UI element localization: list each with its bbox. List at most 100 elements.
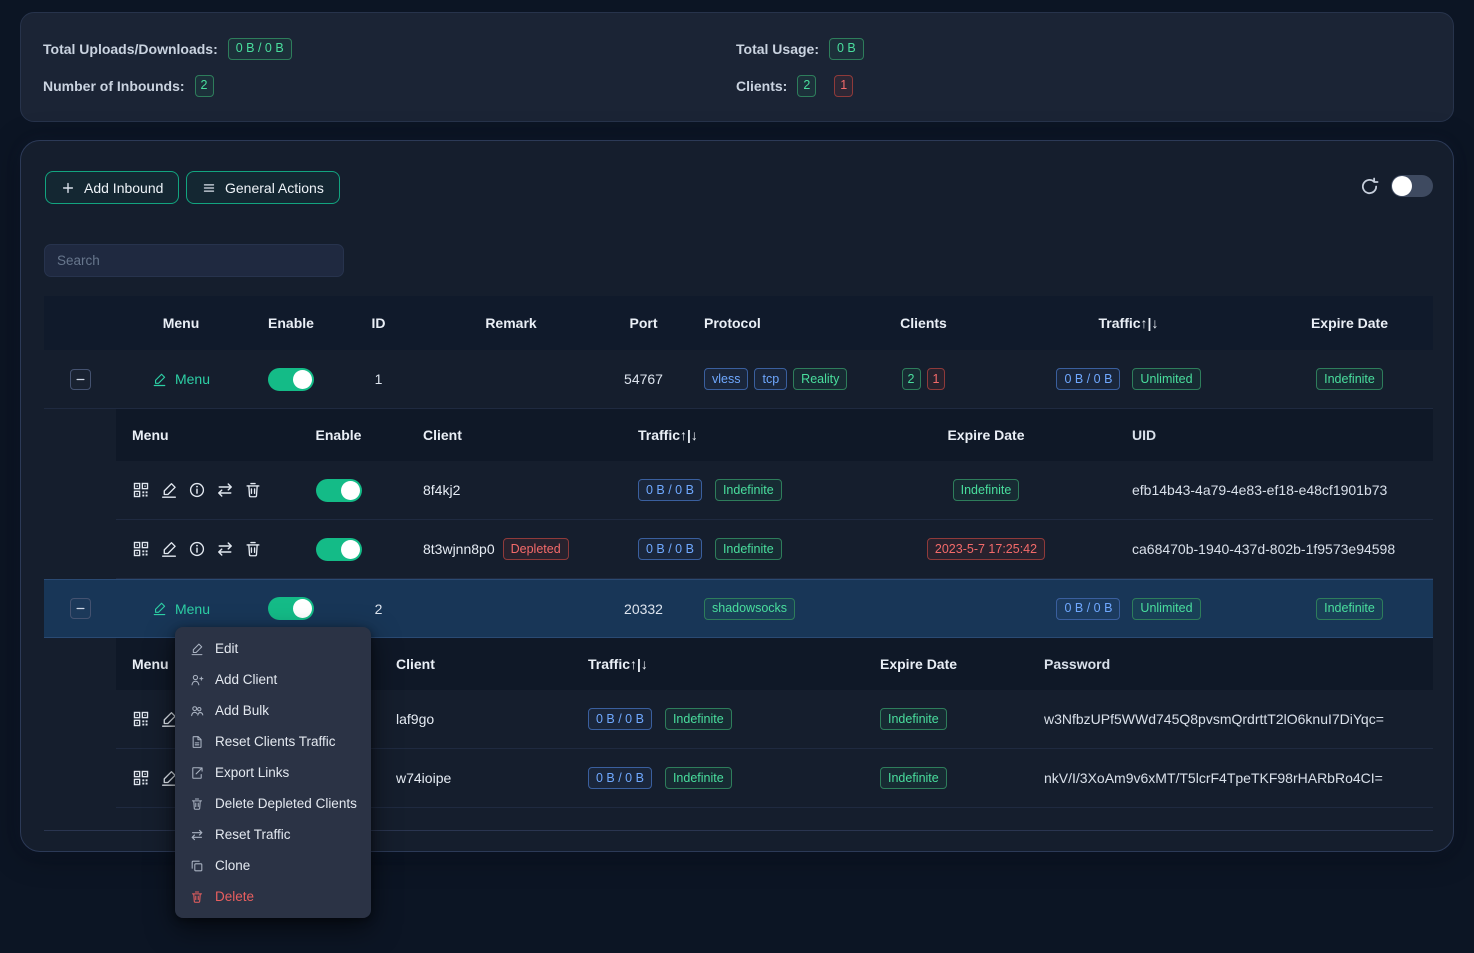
menu-item-delete-depleted-clients[interactable]: Delete Depleted Clients <box>175 788 371 819</box>
stats-panel: Total Uploads/Downloads: 0 B / 0 B Total… <box>20 12 1454 122</box>
client-row-8t3wjnn8p0: 8t3wjnn8p0 Depleted 0 B / 0 B Indefinite… <box>116 520 1433 579</box>
header-port: Port <box>601 315 686 331</box>
menu-item-reset-traffic[interactable]: Reset Traffic <box>175 819 371 850</box>
protocol-tag-vless: vless <box>704 368 748 390</box>
header-expire-date: Expire Date <box>1266 315 1433 331</box>
header-remark: Remark <box>421 315 601 331</box>
inbound-1-remark <box>421 379 601 380</box>
header-menu: Menu <box>116 315 246 331</box>
inbound-1-port: 54767 <box>601 371 686 387</box>
general-actions-button[interactable]: General Actions <box>186 171 340 204</box>
inbound-2-traffic-value: 0 B / 0 B <box>1056 598 1120 620</box>
protocol-tag-reality: Reality <box>793 368 847 390</box>
inbound-2-enable-toggle[interactable] <box>268 597 314 620</box>
inbound-1-protocols: vless tcp Reality <box>686 368 856 390</box>
export-icon <box>190 766 204 780</box>
inbound-context-menu: Edit Add Client Add Bulk Reset Clients T… <box>175 627 371 918</box>
total-usage-label: Total Usage: <box>736 41 819 57</box>
total-uploads-downloads-value: 0 B / 0 B <box>228 38 292 60</box>
client-traffic-limit: Indefinite <box>665 708 732 730</box>
menu-item-export-links[interactable]: Export Links <box>175 757 371 788</box>
user-add-icon <box>190 673 204 687</box>
c1-header-enable: Enable <box>286 427 391 443</box>
clients-label: Clients: <box>736 78 787 94</box>
c1-header-traffic: Traffic↑|↓ <box>631 427 856 443</box>
menu-item-reset-clients-traffic[interactable]: Reset Clients Traffic <box>175 726 371 757</box>
edit-icon <box>152 601 167 616</box>
auto-refresh-toggle[interactable] <box>1391 175 1433 197</box>
client-name: 8f4kj2 <box>423 482 460 498</box>
inbound-1-clients-active: 2 <box>902 368 921 390</box>
client-traffic-limit: Indefinite <box>715 479 782 501</box>
qr-code-icon[interactable] <box>132 481 150 499</box>
qr-code-icon[interactable] <box>132 540 150 558</box>
inbound-1-menu-button[interactable]: Menu <box>152 371 210 387</box>
collapse-inbound-2-button[interactable] <box>70 598 91 619</box>
plus-icon <box>61 181 75 195</box>
toggle-knob <box>1392 176 1412 196</box>
inbound-row-1: Menu 1 54767 vless tcp Reality 2 1 0 B /… <box>44 350 1433 409</box>
client-8f4kj2-enable-toggle[interactable] <box>316 479 362 502</box>
trash-icon[interactable] <box>244 481 262 499</box>
qr-code-icon[interactable] <box>132 769 150 787</box>
inbound-2-menu-label: Menu <box>175 601 210 617</box>
menu-item-edit[interactable]: Edit <box>175 633 371 664</box>
client-8t3wjnn8p0-enable-toggle[interactable] <box>316 538 362 561</box>
qr-code-icon[interactable] <box>132 710 150 728</box>
edit-icon[interactable] <box>160 481 178 499</box>
inbound-2-menu-button[interactable]: Menu <box>152 601 210 617</box>
client-traffic-value: 0 B / 0 B <box>638 538 702 560</box>
client-traffic-value: 0 B / 0 B <box>638 479 702 501</box>
reset-traffic-icon[interactable] <box>216 481 234 499</box>
number-of-inbounds-value: 2 <box>195 75 214 97</box>
edit-icon <box>190 642 204 656</box>
header-traffic-sort[interactable]: Traffic↑|↓ <box>991 315 1266 331</box>
trash-icon[interactable] <box>244 540 262 558</box>
c2-header-client: Client <box>366 656 571 672</box>
menu-item-add-client[interactable]: Add Client <box>175 664 371 695</box>
list-icon <box>202 181 216 195</box>
header-expand <box>44 323 116 324</box>
inbound-2-id: 2 <box>336 601 421 617</box>
client-traffic-value: 0 B / 0 B <box>588 767 652 789</box>
client-password: w3NfbzUPf5WWd745Q8pvsmQrdrttT2lO6knuI7Di… <box>1026 711 1433 727</box>
total-uploads-downloads-label: Total Uploads/Downloads: <box>43 41 218 57</box>
info-icon[interactable] <box>188 481 206 499</box>
collapse-inbound-1-button[interactable] <box>70 369 91 390</box>
copy-icon <box>190 859 204 873</box>
inbound-1-clients-depleted: 1 <box>927 368 946 390</box>
minus-icon <box>75 374 86 385</box>
refresh-icon[interactable] <box>1360 177 1379 196</box>
protocol-tag-tcp: tcp <box>754 368 787 390</box>
menu-item-add-bulk[interactable]: Add Bulk <box>175 695 371 726</box>
inbound-2-remark <box>421 608 601 609</box>
inbound-1-enable-toggle[interactable] <box>268 368 314 391</box>
client-password: nkV/I/3XoAm9v6xMT/T5lcrF4TpeTKF98rHARbRo… <box>1026 770 1433 786</box>
client-name: laf9go <box>396 711 434 727</box>
header-protocol: Protocol <box>686 315 856 331</box>
edit-icon[interactable] <box>160 540 178 558</box>
header-clients: Clients <box>856 315 991 331</box>
reset-traffic-icon[interactable] <box>216 540 234 558</box>
info-icon[interactable] <box>188 540 206 558</box>
inbound-1-traffic-limit: Unlimited <box>1132 368 1200 390</box>
header-id: ID <box>336 315 421 331</box>
trash-icon <box>190 797 204 811</box>
inbound-2-clients <box>856 608 991 609</box>
add-inbound-button[interactable]: Add Inbound <box>45 171 179 204</box>
clients-table-1-header: Menu Enable Client Traffic↑|↓ Expire Dat… <box>116 409 1433 461</box>
clients-active-count: 2 <box>797 75 816 97</box>
menu-item-delete[interactable]: Delete <box>175 881 371 912</box>
client-traffic-limit: Indefinite <box>715 538 782 560</box>
search-input[interactable] <box>44 244 344 277</box>
client-expire: Indefinite <box>880 708 947 730</box>
edit-icon <box>152 372 167 387</box>
protocol-tag-shadowsocks: shadowsocks <box>704 598 795 620</box>
client-expire: 2023-5-7 17:25:42 <box>927 538 1045 560</box>
inbound-2-traffic-limit: Unlimited <box>1132 598 1200 620</box>
client-traffic-value: 0 B / 0 B <box>588 708 652 730</box>
inbound-2-protocols: shadowsocks <box>686 598 856 620</box>
inbound-1-expire: Indefinite <box>1316 368 1383 390</box>
client-uid: efb14b43-4a79-4e83-ef18-e48cf1901b73 <box>1116 482 1433 498</box>
menu-item-clone[interactable]: Clone <box>175 850 371 881</box>
